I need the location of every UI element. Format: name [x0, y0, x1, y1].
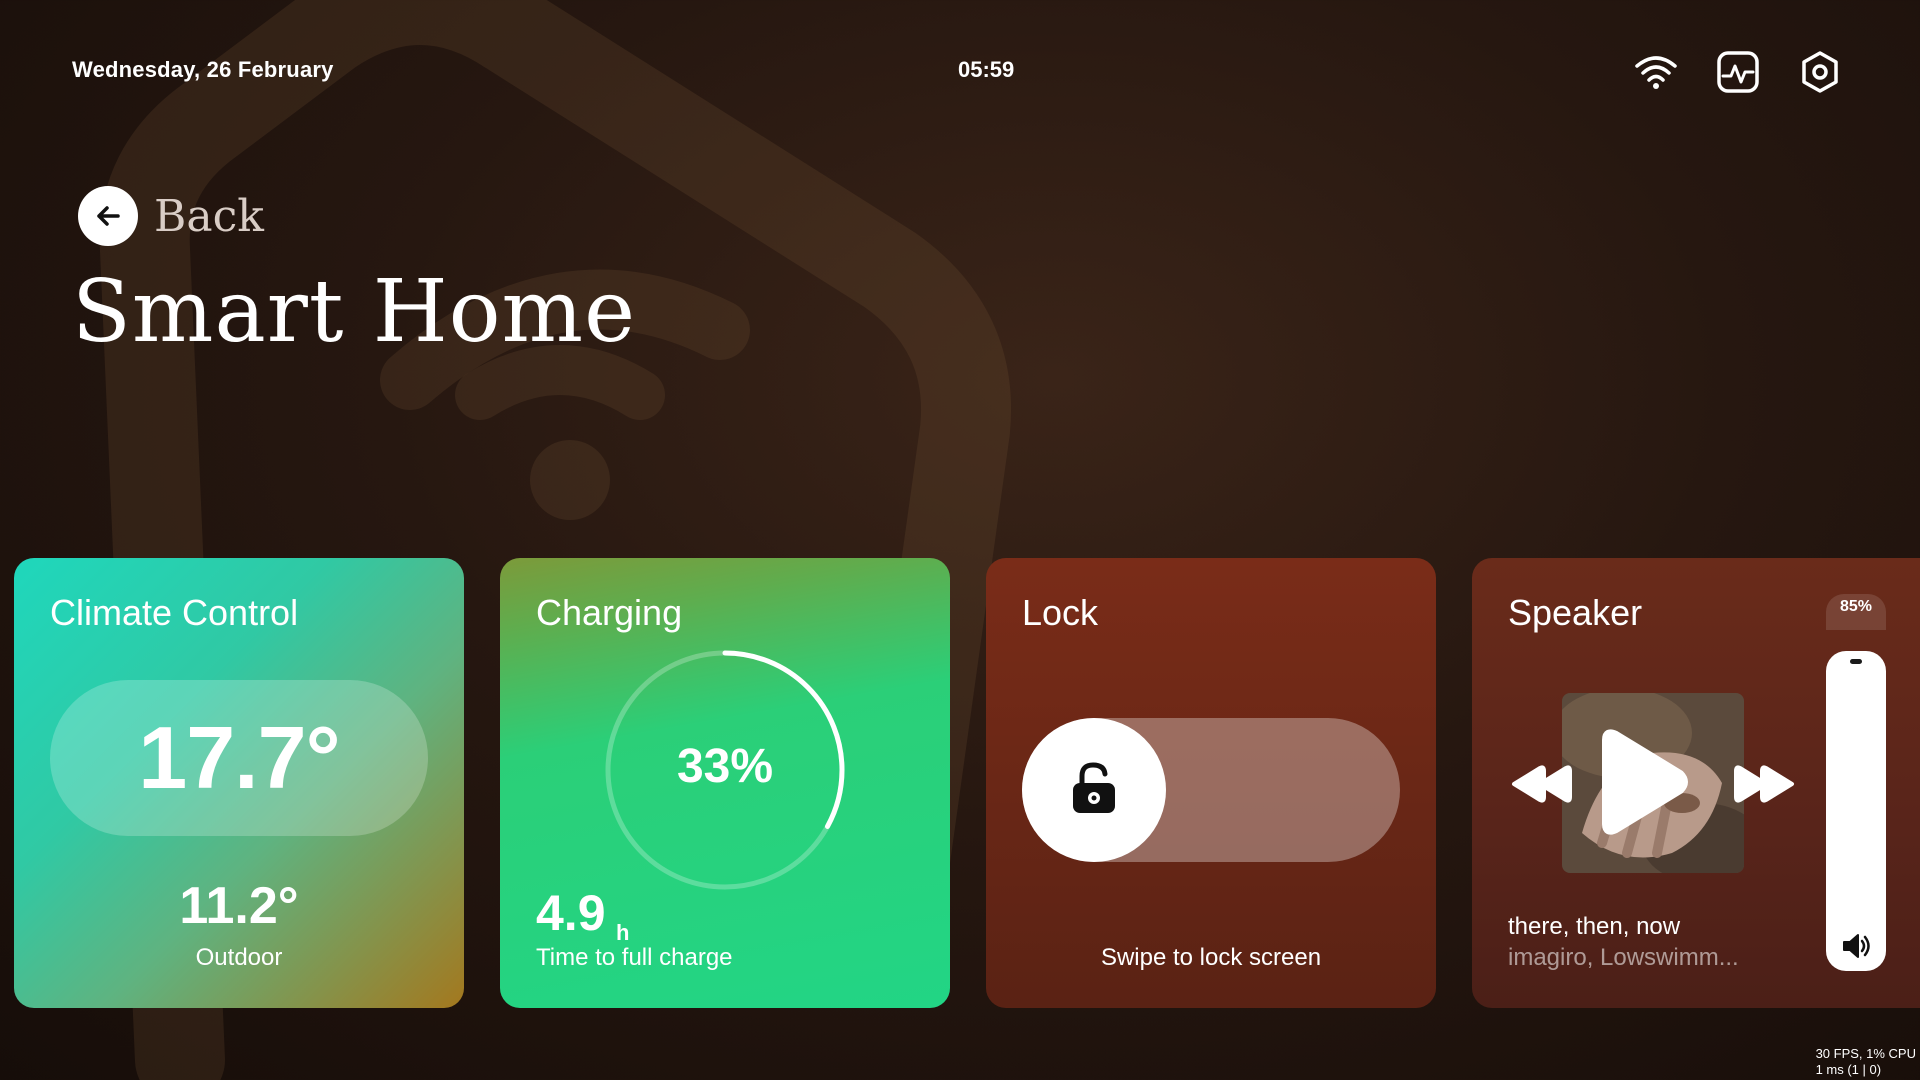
card-title: Lock: [1022, 592, 1099, 633]
play-icon[interactable]: [1592, 726, 1692, 843]
page-title: Smart Home: [72, 262, 636, 362]
arrow-left-icon: [78, 186, 138, 246]
track-title: there, then, now: [1508, 913, 1681, 940]
volume-percent: 85%: [1826, 594, 1886, 630]
charge-percent: 33%: [676, 740, 774, 793]
back-label: Back: [154, 190, 264, 242]
back-button[interactable]: Back: [78, 186, 264, 246]
activity-monitor-icon[interactable]: [1716, 50, 1760, 94]
outdoor-temperature: 11.2°: [179, 877, 299, 935]
outdoor-label: Outdoor: [195, 944, 283, 971]
unlocked-padlock-icon: [1062, 756, 1126, 825]
settings-hex-icon[interactable]: [1798, 50, 1842, 94]
volume-slider-handle[interactable]: [1850, 659, 1862, 664]
track-artist: imagiro, Lowswimm...: [1508, 944, 1739, 971]
status-icons: [1634, 50, 1842, 94]
card-title: Charging: [536, 592, 683, 633]
lock-hint: Swipe to lock screen: [1100, 944, 1322, 971]
wifi-icon[interactable]: [1634, 50, 1678, 94]
perf-frame-time: 1 ms (1 | 0): [1815, 1062, 1882, 1077]
card-title: Speaker: [1508, 592, 1643, 633]
volume-speaker-icon: [1842, 933, 1872, 964]
perf-fps-cpu: 30 FPS, 1% CPU: [1815, 1046, 1916, 1061]
charging-card[interactable]: Charging 33% 4.9 h Time to full charge: [500, 558, 950, 1008]
lock-card[interactable]: Lock Swipe to lock screen: [986, 558, 1436, 1008]
speaker-card[interactable]: Speaker there, then, now imagiro, Lowswi…: [1472, 558, 1920, 1008]
lock-slider-knob[interactable]: [1022, 718, 1166, 862]
performance-overlay: 30 FPS, 1% CPU 1 ms (1 | 0): [1816, 1046, 1916, 1078]
charge-time-unit: h: [616, 920, 630, 945]
charge-time-label: Time to full charge: [536, 944, 733, 971]
indoor-temperature-pill[interactable]: 17.7°: [50, 680, 428, 836]
clock-time: 05:59: [958, 57, 1015, 82]
previous-icon[interactable]: [1510, 762, 1578, 811]
next-icon[interactable]: [1728, 762, 1796, 811]
date-label: Wednesday, 26 February: [72, 57, 334, 82]
charge-time-value: 4.9: [536, 885, 606, 941]
card-title: Climate Control: [50, 592, 299, 633]
indoor-temperature: 17.7°: [138, 708, 340, 807]
climate-control-card[interactable]: Climate Control 17.7° 11.2° Outdoor: [14, 558, 464, 1008]
volume-slider[interactable]: [1826, 651, 1886, 971]
